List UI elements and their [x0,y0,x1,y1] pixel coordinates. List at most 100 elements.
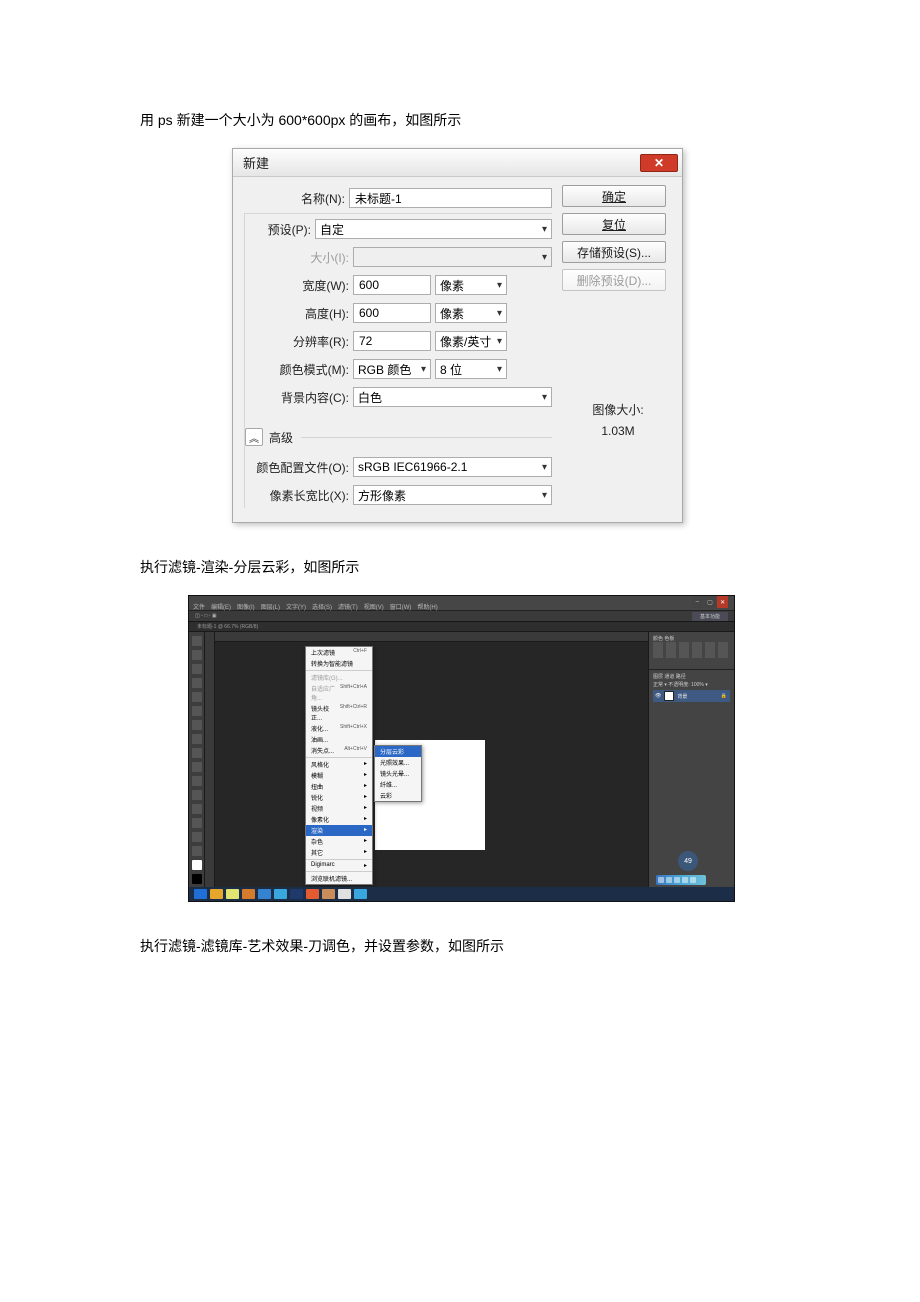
advanced-toggle-icon[interactable]: ︽ [245,428,263,446]
doc-text-2: 执行滤镜-渲染-分层云彩，如图所示 [140,557,780,577]
tool-icon[interactable] [192,832,202,842]
pixelratio-select[interactable]: 方形像素▾ [353,485,552,505]
taskbar-item[interactable] [226,889,239,899]
filter-submenu-item[interactable]: 纤维... [375,779,421,790]
tool-icon[interactable] [192,762,202,772]
filter-menu-item[interactable]: 视频▸ [306,803,372,814]
ok-button[interactable]: 确定 [562,185,666,207]
ps-menu-item[interactable]: 图层(L) [261,602,280,611]
close-icon[interactable]: ✕ [717,596,728,608]
tool-icon[interactable] [192,650,202,660]
taskbar-item[interactable] [210,889,223,899]
foreground-color-icon[interactable] [192,860,202,870]
taskbar-item[interactable] [242,889,255,899]
tool-icon[interactable] [192,692,202,702]
ps-document-tab[interactable]: 未标题-1 @ 66.7% (RGB/8) [189,622,734,632]
divider [301,437,552,438]
ps-menu-item[interactable]: 编辑(E) [211,602,231,611]
tool-icon[interactable] [192,678,202,688]
ps-workspace-chip[interactable]: 基本功能 [692,612,728,621]
filter-menu-item[interactable]: 扭曲▸ [306,781,372,792]
name-input[interactable]: 未标题-1 [349,188,552,208]
tool-icon[interactable] [192,790,202,800]
taskbar-item[interactable] [194,889,207,899]
tool-icon[interactable] [192,846,202,856]
tool-icon[interactable] [192,818,202,828]
taskbar-item[interactable] [274,889,287,899]
delete-preset-button: 删除预设(D)... [562,269,666,291]
filter-submenu-item[interactable]: 光照效果... [375,757,421,768]
taskbar-item[interactable] [354,889,367,899]
resolution-input[interactable]: 72 [353,331,431,351]
filter-menu-item[interactable]: 模糊▸ [306,770,372,781]
width-input[interactable]: 600 [353,275,431,295]
ps-menu-item[interactable]: 帮助(H) [417,602,437,611]
maximize-icon[interactable]: ▢ [705,596,716,608]
ps-menu-item[interactable]: 图像(I) [237,602,255,611]
filter-menu-item[interactable]: 液化...Shift+Ctrl+X [306,723,372,734]
tool-icon[interactable] [192,748,202,758]
ps-menu-item[interactable]: 滤镜(T) [338,602,358,611]
height-unit-select[interactable]: 像素▾ [435,303,507,323]
tool-icon[interactable] [192,776,202,786]
tool-icon[interactable] [192,636,202,646]
preset-select[interactable]: 自定▾ [315,219,552,239]
tool-icon[interactable] [192,734,202,744]
taskbar-item[interactable] [306,889,319,899]
taskbar [189,887,734,901]
ps-menu-item[interactable]: 窗口(W) [390,602,412,611]
filter-menu[interactable]: 上次滤镜Ctrl+F转换为智能滤镜滤镜库(G)...自适应广角...Shift+… [305,646,373,885]
filter-submenu-item[interactable]: 云彩 [375,790,421,801]
filter-menu-item[interactable]: 浏览联机滤镜... [306,873,372,884]
reset-button[interactable]: 复位 [562,213,666,235]
taskbar-item[interactable] [338,889,351,899]
profile-label: 颜色配置文件(O): [245,459,353,476]
tool-icon[interactable] [192,706,202,716]
colormode-select[interactable]: RGB 颜色▾ [353,359,431,379]
size-label: 大小(I): [245,249,353,266]
ps-menubar: 文件编辑(E) 图像(I) 图层(L) 文字(Y) 选择(S) 滤镜(T) 视图(V) 窗口(… [189,596,734,610]
tool-icon[interactable] [192,664,202,674]
depth-select[interactable]: 8 位▾ [435,359,507,379]
chevron-down-icon: ▾ [542,224,547,235]
filter-menu-item[interactable]: 油画... [306,734,372,745]
bgcontent-select[interactable]: 白色▾ [353,387,552,407]
save-preset-button[interactable]: 存储预设(S)... [562,241,666,263]
chevron-down-icon: ▾ [497,364,502,375]
ps-menu-item[interactable]: 文件 [193,602,205,611]
taskbar-item[interactable] [322,889,335,899]
filter-menu-item[interactable]: 消失点...Alt+Ctrl+V [306,745,372,756]
filter-submenu[interactable]: 分层云彩光照效果...镜头光晕...纤维...云彩 [374,745,422,802]
ps-menu-item[interactable]: 视图(V) [364,602,384,611]
chevron-down-icon: ▾ [497,308,502,319]
ps-menu-item[interactable]: 选择(S) [312,602,332,611]
filter-submenu-item[interactable]: 分层云彩 [375,746,421,757]
tool-icon[interactable] [192,804,202,814]
ps-menu-item[interactable]: 文字(Y) [286,602,306,611]
pixelratio-label: 像素长宽比(X): [245,487,353,504]
filter-menu-item[interactable]: Digimarc▸ [306,861,372,870]
width-unit-select[interactable]: 像素▾ [435,275,507,295]
filter-menu-item[interactable]: 锐化▸ [306,792,372,803]
filter-menu-item[interactable]: 渲染▸ [306,825,372,836]
layer-row[interactable]: 👁 背景 🔒 [653,690,730,702]
height-input[interactable]: 600 [353,303,431,323]
taskbar-item[interactable] [290,889,303,899]
minimize-icon[interactable]: – [692,596,703,608]
background-color-icon[interactable] [192,874,202,884]
filter-menu-item[interactable]: 像素化▸ [306,814,372,825]
filter-menu-item[interactable]: 上次滤镜Ctrl+F [306,647,372,658]
filter-menu-item[interactable]: 镜头校正...Shift+Ctrl+R [306,703,372,723]
taskbar-item[interactable] [258,889,271,899]
profile-select[interactable]: sRGB IEC61966-2.1▾ [353,457,552,477]
filter-submenu-item[interactable]: 镜头光晕... [375,768,421,779]
filter-menu-item[interactable]: 转换为智能滤镜 [306,658,372,669]
filter-menu-item[interactable]: 风格化▸ [306,759,372,770]
dialog-titlebar: 新建 ✕ [233,149,682,177]
filter-menu-item[interactable]: 杂色▸ [306,836,372,847]
resolution-unit-select[interactable]: 像素/英寸▾ [435,331,507,351]
close-icon[interactable]: ✕ [640,154,678,172]
chevron-down-icon: ▾ [542,490,547,501]
tool-icon[interactable] [192,720,202,730]
filter-menu-item[interactable]: 其它▸ [306,847,372,858]
